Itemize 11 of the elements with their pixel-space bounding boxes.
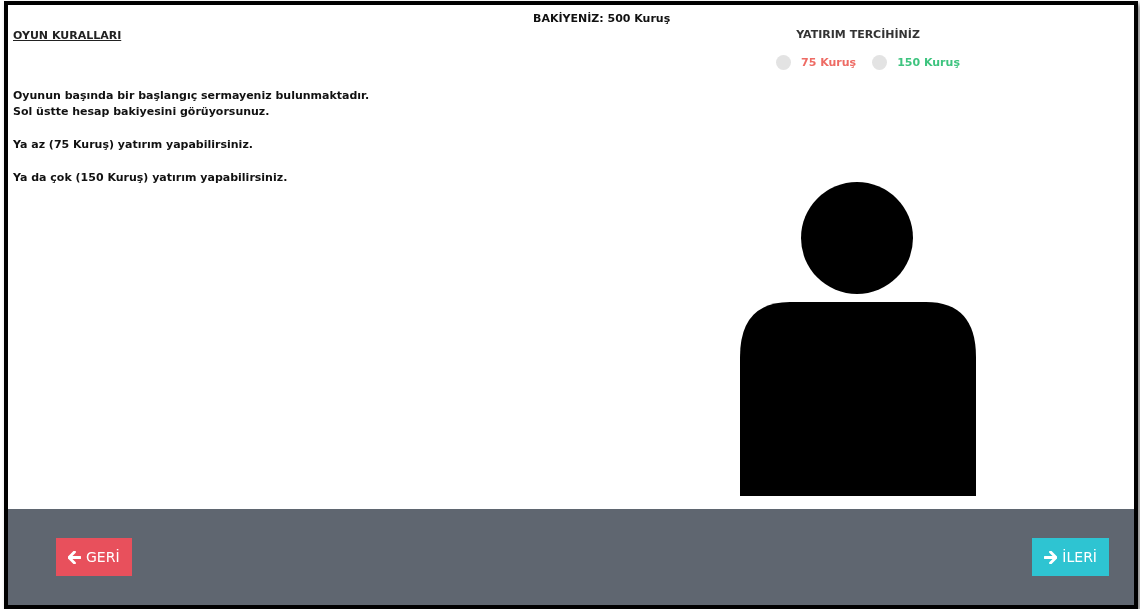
- rule-text: Ya da çok (150 Kuruş) yatırım yapabilirsiniz.: [13, 170, 289, 186]
- next-button[interactable]: İLERİ: [1032, 538, 1109, 576]
- option-label[interactable]: 75 Kuruş: [801, 56, 857, 69]
- choice-heading: YATIRIM TERCİHİNİZ: [796, 28, 920, 41]
- rule-text: Ya az (75 Kuruş) yatırım yapabilirsiniz.: [13, 137, 254, 153]
- rules-heading: OYUN KURALLARI: [13, 29, 123, 42]
- option-label[interactable]: 150 Kuruş: [897, 56, 960, 69]
- rule-text: Oyunun başında bir başlangıç sermayeniz bulunmaktadır.: [13, 88, 371, 104]
- back-button[interactable]: GERİ: [56, 538, 132, 576]
- rule-text: Sol üstte hesap bakiyesini görüyorsunuz.: [13, 104, 271, 120]
- balance-text: BAKİYENİZ: 500 Kuruş: [533, 12, 672, 25]
